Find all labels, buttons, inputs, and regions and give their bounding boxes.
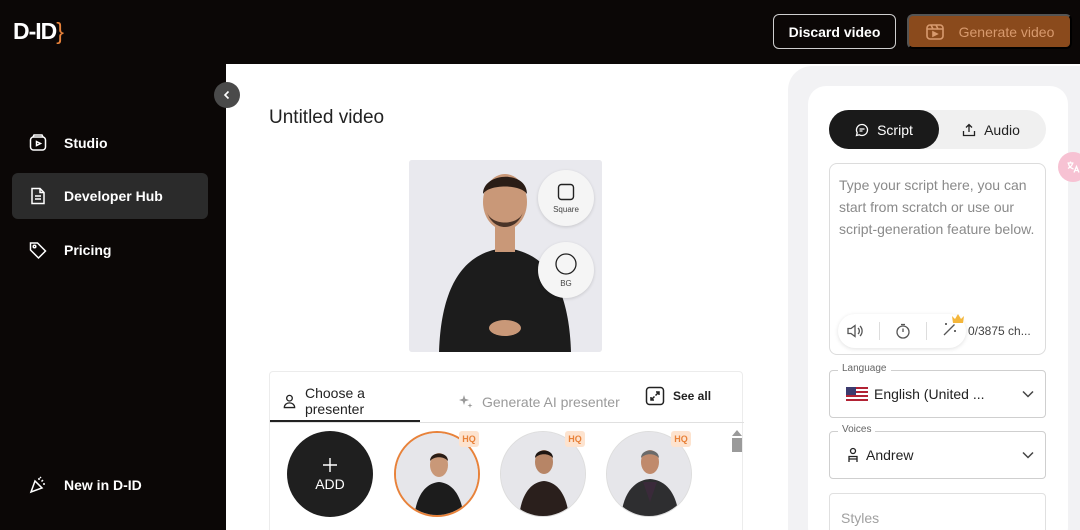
tools-divider	[878, 322, 880, 340]
tab-audio[interactable]: Audio	[943, 110, 1039, 149]
plus-icon	[323, 458, 337, 472]
sidebar-item-developer-hub[interactable]: Developer Hub	[12, 173, 208, 219]
voices-value: Andrew	[866, 447, 914, 463]
tab-label: Choose a presenter	[304, 385, 365, 417]
background-button[interactable]: BG	[538, 242, 594, 298]
sidebar-item-new-in-did[interactable]: New in D-ID	[12, 462, 208, 508]
bg-label: BG	[560, 278, 572, 288]
tab-choose-presenter[interactable]: Choose a presenter	[270, 382, 420, 422]
language-label: Language	[838, 363, 891, 374]
language-value: English (United ...	[874, 386, 985, 402]
speaker-icon[interactable]	[846, 323, 864, 339]
sidebar-item-label: Studio	[64, 135, 108, 151]
us-flag-icon	[846, 387, 868, 401]
square-format-button[interactable]: Square	[538, 170, 594, 226]
magic-wand-icon	[943, 322, 957, 335]
chevron-down-icon	[1022, 451, 1034, 459]
upload-icon	[962, 123, 976, 136]
script-textarea[interactable]: Type your script here, you can start fro…	[829, 163, 1046, 355]
hq-badge: HQ	[459, 431, 479, 447]
presenter-scrollbar[interactable]	[730, 430, 742, 530]
add-label: ADD	[315, 476, 345, 492]
tab-script[interactable]: Script	[829, 110, 939, 149]
tab-label: Script	[877, 121, 913, 138]
chevron-left-icon	[223, 90, 230, 100]
scrollbar-thumb[interactable]	[732, 438, 742, 452]
translate-button[interactable]	[1058, 152, 1080, 182]
party-popper-icon	[29, 476, 45, 494]
discard-video-button[interactable]: Discard video	[773, 14, 896, 49]
see-all-button[interactable]: See all	[645, 386, 711, 406]
did-logo[interactable]: D-ID}	[13, 18, 64, 45]
tab-generate-ai-presenter[interactable]: Generate AI presenter	[458, 382, 620, 422]
translate-icon	[1067, 161, 1080, 173]
square-label: Square	[553, 204, 579, 214]
presenter-preview: Square BG	[409, 160, 602, 352]
circle-icon	[555, 252, 577, 275]
user-icon	[283, 394, 296, 409]
crown-icon	[952, 313, 965, 323]
styles-placeholder: Styles	[841, 510, 880, 526]
generate-video-button[interactable]: Generate video	[907, 14, 1072, 49]
collapse-sidebar-button[interactable]	[214, 82, 240, 108]
sidebar-item-studio[interactable]: Studio	[12, 120, 208, 166]
chevron-down-icon	[1022, 390, 1034, 398]
tools-divider	[926, 322, 928, 340]
hq-badge: HQ	[565, 431, 585, 447]
voices-select[interactable]: Voices Andrew	[829, 424, 1046, 479]
voices-value-container: Andrew	[846, 447, 913, 463]
add-presenter-button[interactable]: ADD	[287, 431, 373, 517]
chat-icon	[855, 123, 869, 136]
sparkle-icon	[459, 395, 473, 408]
script-tools	[838, 313, 966, 348]
tabs-divider	[270, 422, 744, 423]
hq-badge: HQ	[671, 431, 691, 447]
expand-icon	[645, 386, 665, 406]
script-placeholder: Type your script here, you can start fro…	[839, 177, 1035, 237]
video-icon	[925, 23, 944, 40]
document-icon	[31, 187, 45, 205]
person-icon	[848, 447, 858, 462]
character-count: 0/3875 ch...	[968, 324, 1031, 338]
timer-icon[interactable]	[895, 323, 911, 339]
styles-select[interactable]: Styles	[829, 493, 1046, 530]
voices-label: Voices	[838, 424, 876, 435]
sidebar-item-label: Developer Hub	[64, 188, 163, 204]
square-icon	[557, 183, 575, 200]
ai-script-button[interactable]	[942, 313, 965, 342]
see-all-label: See all	[673, 389, 712, 403]
top-bar: D-ID} Discard video Generate video	[0, 0, 1080, 64]
sidebar-item-pricing[interactable]: Pricing	[12, 227, 208, 273]
main-content: Untitled video Square BG Choose a presen…	[226, 64, 788, 530]
sidebar: Studio Developer Hub Pricing New in D-ID	[0, 64, 226, 530]
studio-icon	[29, 134, 47, 151]
video-title[interactable]: Untitled video	[269, 107, 384, 129]
language-select[interactable]: Language English (United ...	[829, 363, 1046, 418]
sidebar-item-label: Pricing	[64, 242, 112, 258]
tag-icon	[29, 242, 47, 260]
sidebar-item-label: New in D-ID	[64, 477, 142, 493]
language-value-container: English (United ...	[846, 386, 985, 402]
scroll-up-icon	[732, 430, 742, 436]
generate-video-label: Generate video	[958, 23, 1055, 40]
presenter-panel: Choose a presenter Generate AI presenter…	[269, 371, 744, 530]
tab-label: Audio	[984, 121, 1020, 138]
tab-label: Generate AI presenter	[482, 394, 620, 410]
